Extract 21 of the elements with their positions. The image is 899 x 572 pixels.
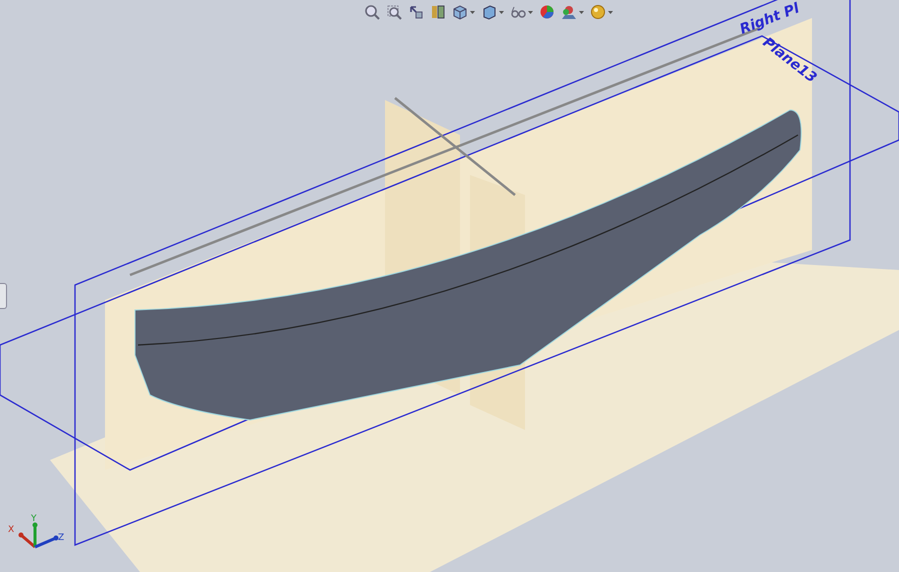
scene-icon (561, 4, 577, 20)
sphere-icon (590, 4, 606, 20)
caret-icon (608, 10, 613, 14)
cube-icon (452, 4, 468, 20)
panel-handle[interactable] (0, 283, 7, 309)
caret-icon (499, 10, 504, 14)
magnifier-icon (386, 4, 402, 20)
arrow-icon (408, 4, 424, 20)
cube-icon (481, 4, 497, 20)
caret-icon (579, 10, 584, 14)
axis-label: X (8, 525, 14, 535)
axis-label: Z (58, 533, 64, 543)
glasses-icon (510, 4, 526, 20)
toolbar-button[interactable] (362, 2, 382, 22)
color-wheel-icon (539, 4, 555, 20)
caret-icon (528, 10, 533, 14)
caret-icon (470, 10, 475, 14)
magnifier-icon (364, 4, 380, 20)
toolbar-button[interactable] (588, 2, 615, 22)
axis-label: Y (31, 514, 36, 524)
section-icon (430, 4, 446, 20)
